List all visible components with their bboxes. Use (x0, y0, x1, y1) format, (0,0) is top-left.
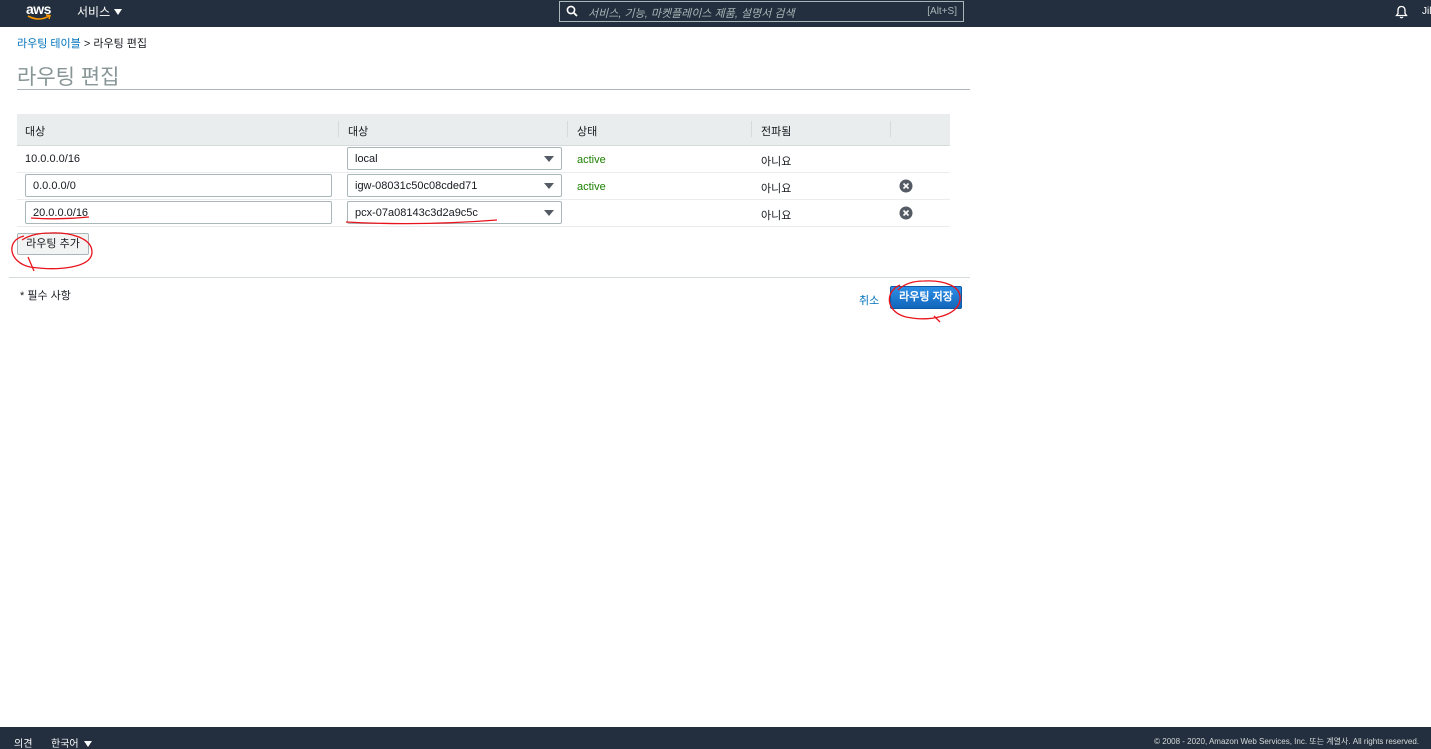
feedback-link[interactable]: 의견 (14, 735, 32, 749)
annotation-circle (933, 315, 941, 323)
column-divider (890, 121, 891, 137)
table-row: pcx-07a08143c3d2a9c5c 아니요 (17, 200, 950, 227)
target-select-value: igw-08031c50c08cded71 (355, 180, 478, 192)
column-divider (567, 121, 568, 137)
section-divider (9, 277, 970, 278)
required-note: * 필수 사항 (20, 290, 71, 302)
table-row: igw-08031c50c08cded71 active 아니요 (17, 173, 950, 200)
column-header-propagated: 전파됨 (761, 126, 792, 138)
search-icon (566, 5, 578, 17)
search-placeholder: 서비스, 기능, 마켓플레이스 제품, 설명서 검색 (588, 8, 795, 20)
bell-icon[interactable] (1395, 5, 1408, 19)
search-input[interactable]: 서비스, 기능, 마켓플레이스 제품, 설명서 검색 [Alt+S] (559, 1, 964, 22)
table-header: 대상 대상 상태 전파됨 (17, 114, 950, 146)
remove-route-icon[interactable] (899, 206, 913, 220)
page-root: aws 서비스 서비스, 기능, 마켓플레이스 제품, 설명서 검색 [Alt+… (0, 0, 1431, 749)
add-route-button[interactable]: 라우팅 추가 (17, 233, 89, 255)
column-header-status: 상태 (577, 126, 598, 138)
search-shortcut: [Alt+S] (927, 6, 957, 17)
page-title: 라우팅 편집 (17, 66, 120, 89)
annotation-overlay (11, 216, 961, 323)
breadcrumb-separator: > (83, 38, 91, 50)
chevron-down-icon (114, 9, 123, 15)
propagated-cell: 아니요 (761, 210, 792, 222)
breadcrumb: 라우팅 테이블 > 라우팅 편집 (17, 35, 147, 51)
account-menu[interactable]: Jil (1422, 6, 1431, 17)
annotation-circle (27, 256, 35, 272)
status-cell: active (577, 154, 606, 166)
title-divider (17, 89, 970, 90)
aws-logo[interactable]: aws (26, 1, 54, 23)
caret-down-icon (544, 183, 554, 189)
column-header-destination: 대상 (25, 126, 46, 138)
language-label: 한국어 (51, 739, 79, 749)
column-header-target: 대상 (348, 126, 369, 138)
status-cell: active (577, 181, 606, 193)
target-select[interactable]: igw-08031c50c08cded71 (347, 174, 562, 197)
destination-cell: 10.0.0.0/16 (25, 153, 81, 165)
breadcrumb-route-tables-link[interactable]: 라우팅 테이블 (17, 38, 81, 50)
services-menu[interactable]: 서비스 (77, 3, 123, 20)
propagated-cell: 아니요 (761, 156, 792, 168)
routes-table: 대상 대상 상태 전파됨 10.0.0.0/16 local active 아니… (17, 114, 950, 227)
language-menu[interactable]: 한국어 (51, 735, 92, 749)
cancel-link[interactable]: 취소 (859, 292, 879, 308)
caret-down-icon (544, 156, 554, 162)
column-divider (338, 121, 339, 137)
top-nav: aws 서비스 서비스, 기능, 마켓플레이스 제품, 설명서 검색 [Alt+… (0, 0, 1431, 27)
target-select-value: pcx-07a08143c3d2a9c5c (355, 207, 478, 219)
destination-input[interactable] (25, 201, 332, 224)
destination-input[interactable] (25, 174, 332, 197)
target-select-value: local (355, 153, 378, 165)
save-routes-button[interactable]: 라우팅 저장 (890, 286, 962, 309)
chevron-down-icon (83, 741, 92, 747)
services-label: 서비스 (77, 5, 111, 19)
footer: 의견 한국어 © 2008 - 2020, Amazon Web Service… (0, 727, 1431, 749)
copyright: © 2008 - 2020, Amazon Web Services, Inc.… (1154, 737, 1419, 746)
aws-smile-icon (27, 14, 51, 20)
caret-down-icon (544, 210, 554, 216)
target-select[interactable]: pcx-07a08143c3d2a9c5c (347, 201, 562, 224)
column-divider (751, 121, 752, 137)
breadcrumb-current: 라우팅 편집 (93, 38, 147, 50)
target-select[interactable]: local (347, 147, 562, 170)
table-row: 10.0.0.0/16 local active 아니요 (17, 146, 950, 173)
remove-route-icon[interactable] (899, 179, 913, 193)
propagated-cell: 아니요 (761, 183, 792, 195)
